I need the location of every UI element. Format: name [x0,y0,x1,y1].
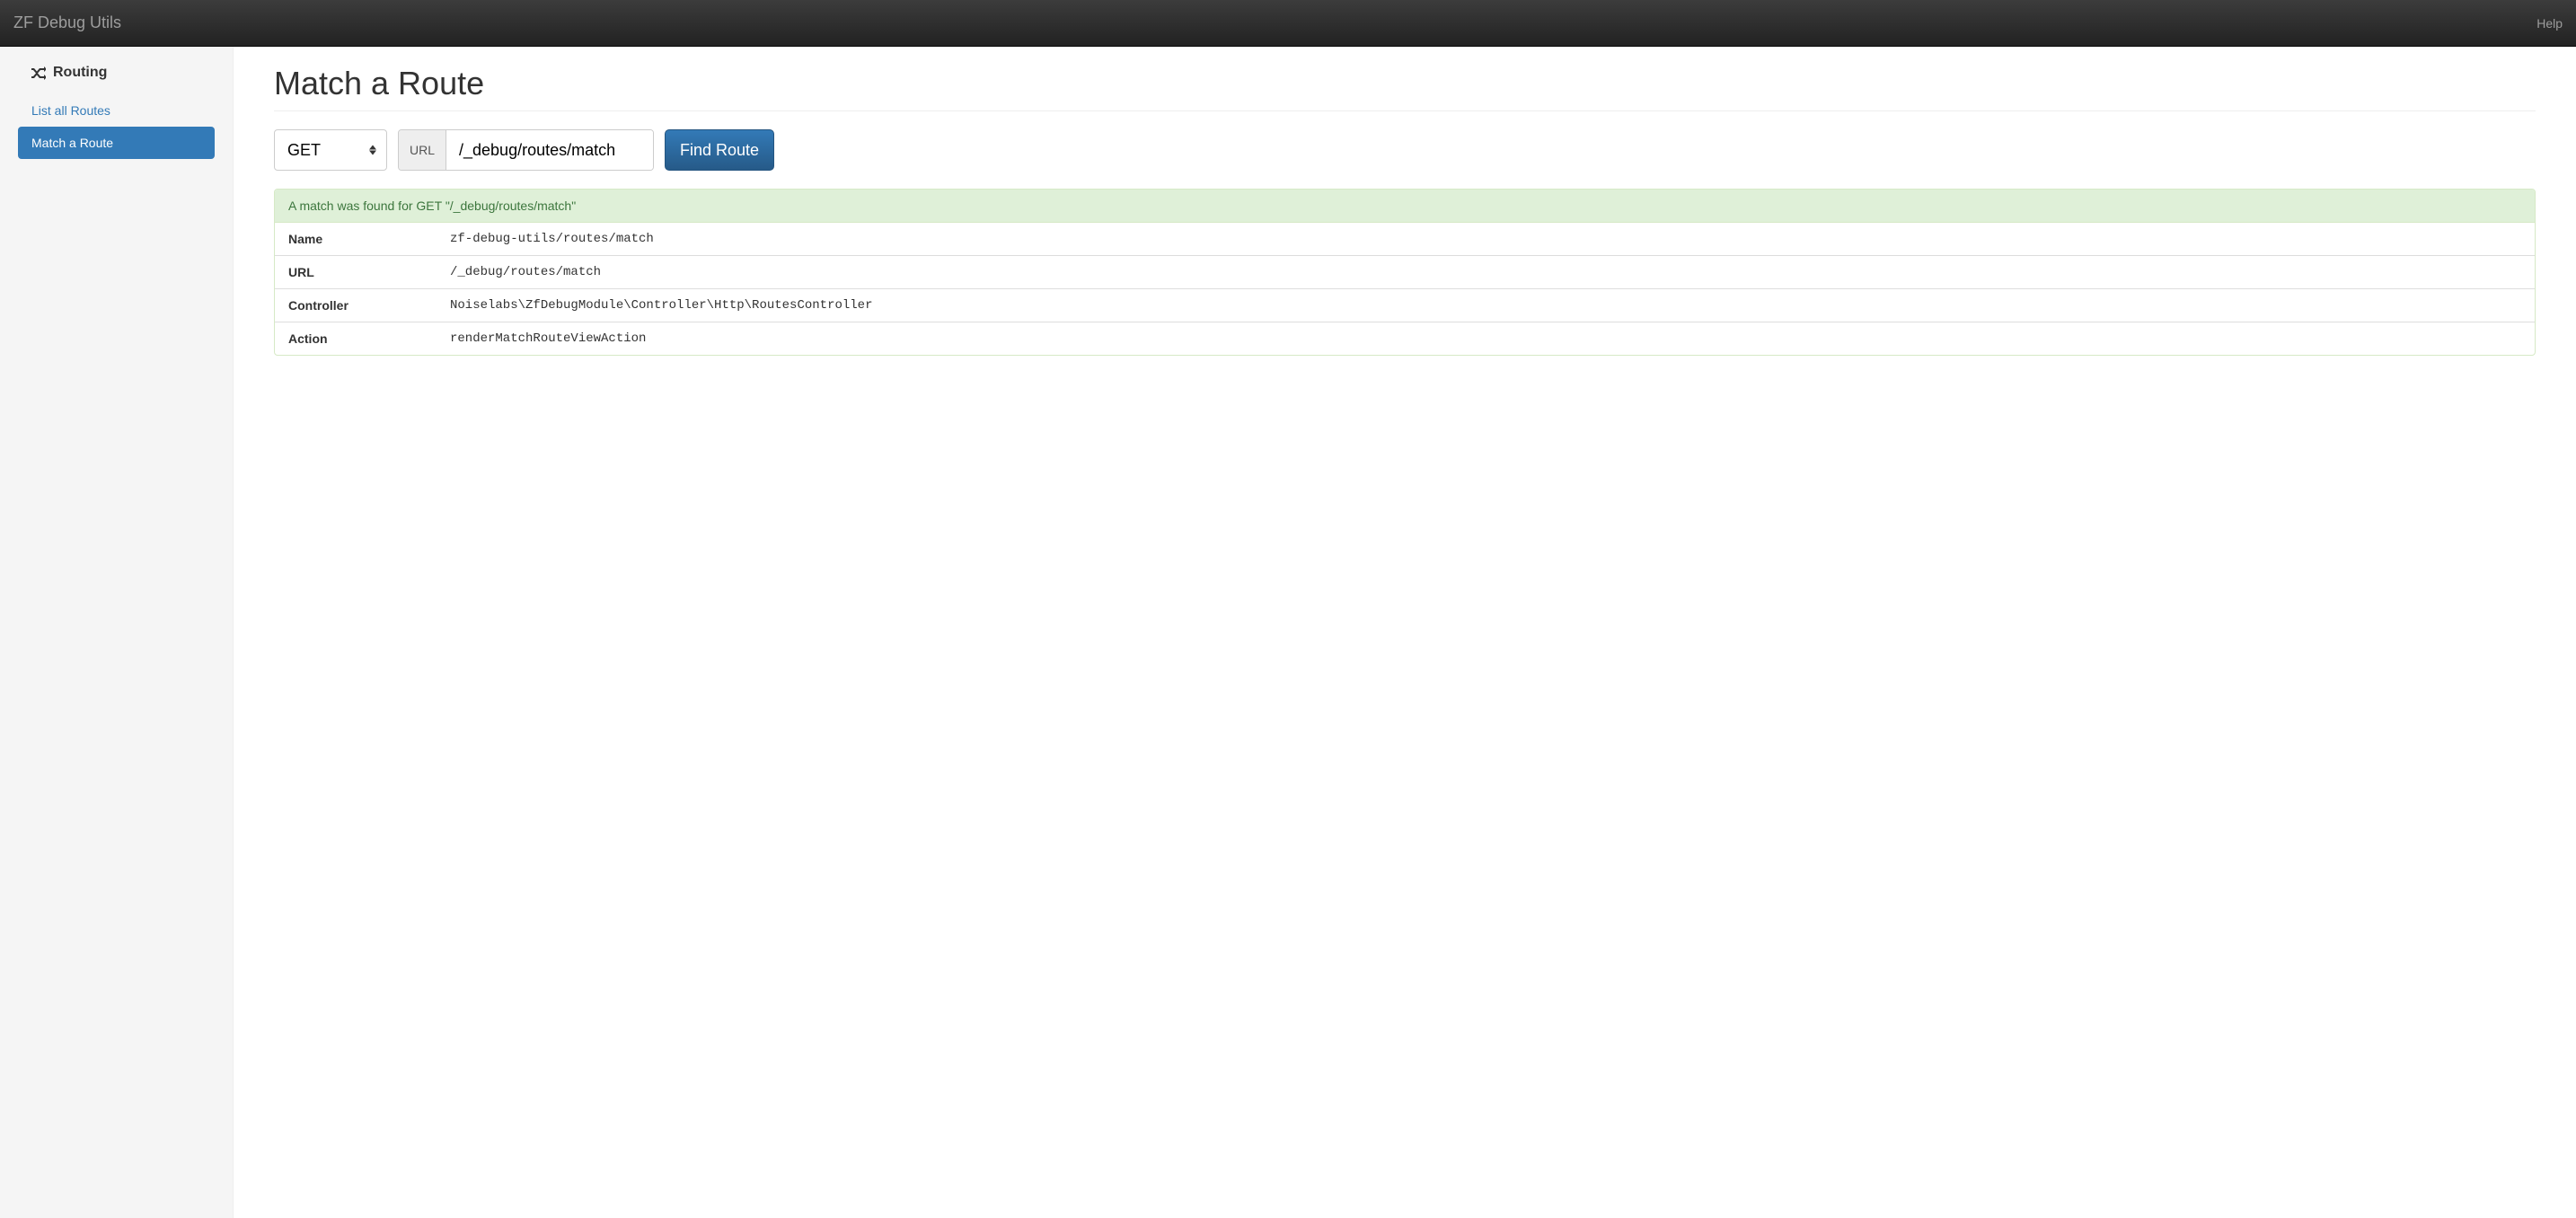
sidebar-nav: List all Routes Match a Route [18,94,215,159]
url-label: URL [399,130,446,170]
table-row: URL /_debug/routes/match [275,256,2535,289]
result-table: Name zf-debug-utils/routes/match URL /_d… [275,223,2535,355]
shuffle-icon [31,66,46,80]
sidebar-heading-text: Routing [53,65,107,81]
row-label: Name [275,223,437,256]
row-value: /_debug/routes/match [437,256,2535,289]
row-label: Controller [275,289,437,322]
sidebar-item: List all Routes [18,94,215,127]
navbar: ZF Debug Utils Help [0,0,2576,47]
row-value: renderMatchRouteViewAction [437,322,2535,356]
sidebar-item-list-routes[interactable]: List all Routes [18,94,215,127]
main-content: Match a Route GET URL Find Route A match… [234,47,2576,1218]
navbar-brand[interactable]: ZF Debug Utils [13,13,121,32]
row-label: URL [275,256,437,289]
sidebar-item-match-route[interactable]: Match a Route [18,127,215,159]
page-header: Match a Route [274,65,2536,111]
url-input[interactable] [446,130,653,170]
result-message: A match was found for GET "/_debug/route… [275,190,2535,223]
row-value: Noiselabs\ZfDebugModule\Controller\Http\… [437,289,2535,322]
row-label: Action [275,322,437,356]
form-row: GET URL Find Route [274,129,2536,171]
sidebar: Routing List all Routes Match a Route [0,47,234,1218]
sidebar-heading: Routing [18,65,215,81]
method-select-wrapper: GET [274,129,387,171]
navbar-help-link[interactable]: Help [2536,16,2563,31]
url-input-group: URL [398,129,654,171]
find-route-button[interactable]: Find Route [665,129,774,171]
container: Routing List all Routes Match a Route Ma… [0,47,2576,1218]
method-select[interactable]: GET [274,129,387,171]
table-row: Action renderMatchRouteViewAction [275,322,2535,356]
table-row: Name zf-debug-utils/routes/match [275,223,2535,256]
table-row: Controller Noiselabs\ZfDebugModule\Contr… [275,289,2535,322]
page-title: Match a Route [274,65,2536,102]
row-value: zf-debug-utils/routes/match [437,223,2535,256]
result-panel: A match was found for GET "/_debug/route… [274,189,2536,356]
sidebar-item: Match a Route [18,127,215,159]
